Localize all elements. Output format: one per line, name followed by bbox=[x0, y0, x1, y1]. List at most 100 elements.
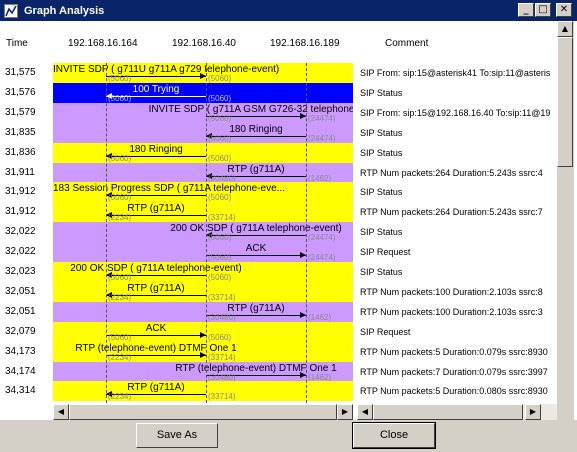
comment-column: SIP From: sip:15@asterisk41 To:sip:11@as… bbox=[357, 63, 557, 403]
comment-cell: RTP Num packets:264 Duration:5.243s ssrc… bbox=[360, 168, 543, 178]
comment-header: Comment bbox=[385, 38, 429, 49]
comment-scroll-thumb[interactable] bbox=[373, 404, 523, 420]
time-cell: 32,051 bbox=[5, 286, 36, 297]
time-column: 31,575 31,576 31,579 31,835 31,836 31,911 31,9… bbox=[0, 63, 53, 403]
port-label: (5060) bbox=[108, 333, 132, 342]
vertical-scroll-thumb[interactable] bbox=[557, 37, 573, 167]
message-label: 183 Session Progress SDP ( g711A telepho… bbox=[53, 183, 285, 194]
port-label: (5060) bbox=[208, 193, 232, 202]
graph-row[interactable] bbox=[53, 83, 353, 103]
column-header: Time 192.168.16.164 192.168.16.40 192.16… bbox=[0, 21, 577, 63]
comment-cell: SIP Status bbox=[360, 148, 403, 158]
node-header-2: 192.168.16.40 bbox=[172, 38, 236, 49]
comment-cell: SIP Status bbox=[360, 128, 403, 138]
port-label: (33714) bbox=[208, 293, 236, 302]
comment-cell: SIP Status bbox=[360, 227, 403, 237]
time-cell: 31,575 bbox=[5, 67, 36, 78]
comment-cell: RTP Num packets:100 Duration:2.103s ssrc… bbox=[360, 307, 543, 317]
message-label: 180 Ringing bbox=[229, 124, 283, 135]
time-cell: 31,912 bbox=[5, 186, 36, 197]
port-label: (5060) bbox=[208, 114, 232, 123]
port-label: (2234) bbox=[108, 353, 132, 362]
time-cell: 31,835 bbox=[5, 127, 36, 138]
time-cell: 34,174 bbox=[5, 366, 36, 377]
message-label: RTP (g711A) bbox=[127, 283, 185, 294]
node-header-1: 192.168.16.164 bbox=[68, 38, 138, 49]
port-label: (33714) bbox=[208, 392, 236, 401]
graph-row[interactable] bbox=[53, 143, 353, 163]
comment-scroll-right-button[interactable]: ▶ bbox=[525, 404, 541, 420]
port-label: (5060) bbox=[108, 74, 132, 83]
node-header-3: 192.168.16.189 bbox=[270, 38, 340, 49]
comment-cell: SIP From: sip:15@192.168.16.40 To:sip:11… bbox=[360, 108, 551, 118]
port-label: (5060) bbox=[108, 94, 132, 103]
message-label: RTP (g711A) bbox=[127, 382, 185, 393]
port-label: (33714) bbox=[208, 213, 236, 222]
time-cell: 32,022 bbox=[5, 246, 36, 257]
port-label: (24474) bbox=[308, 114, 336, 123]
flow-graph[interactable]: INVITE SDP ( g711U g711A g729 telephone-… bbox=[53, 63, 353, 403]
save-as-button[interactable]: Save As bbox=[136, 423, 218, 448]
port-label: (5060) bbox=[208, 233, 232, 242]
graph-scroll-left-button[interactable]: ◀ bbox=[53, 404, 69, 420]
time-cell: 31,836 bbox=[5, 147, 36, 158]
message-label: 180 Ringing bbox=[129, 144, 183, 155]
graph-scroll-right-button[interactable]: ▶ bbox=[337, 404, 353, 420]
time-cell: 31,579 bbox=[5, 107, 36, 118]
comment-cell: SIP Status bbox=[360, 88, 403, 98]
graph-row[interactable] bbox=[53, 381, 353, 401]
comment-cell: RTP Num packets:264 Duration:5.243s ssrc… bbox=[360, 207, 543, 217]
scroll-up-button[interactable]: ▲ bbox=[557, 21, 573, 37]
graph-row[interactable] bbox=[53, 202, 353, 222]
time-cell: 32,023 bbox=[5, 266, 36, 277]
time-cell: 32,022 bbox=[5, 226, 36, 237]
message-label: ACK bbox=[145, 323, 167, 334]
window-title: Graph Analysis bbox=[24, 4, 105, 17]
port-label: (24474) bbox=[308, 233, 336, 242]
title-bar: Graph Analysis _ □ ✕ bbox=[0, 0, 577, 21]
comment-cell: SIP From: sip:15@asterisk41 To:sip:11@as… bbox=[360, 68, 551, 78]
port-label: (5060) bbox=[208, 333, 232, 342]
time-cell: 31,576 bbox=[5, 87, 36, 98]
port-label: (2234) bbox=[108, 392, 132, 401]
comment-cell: RTP Num packets:5 Duration:0.079s ssrc:8… bbox=[360, 347, 548, 357]
port-label: (5060) bbox=[208, 273, 232, 282]
port-label: (5060) bbox=[108, 193, 132, 202]
comment-scroll-left-button[interactable]: ◀ bbox=[357, 404, 373, 420]
port-label: (5060) bbox=[208, 94, 232, 103]
time-cell: 31,912 bbox=[5, 206, 36, 217]
comment-cell: SIP Status bbox=[360, 187, 403, 197]
comment-cell: SIP Request bbox=[360, 327, 411, 337]
vertical-scrollbar[interactable]: ▲ bbox=[557, 21, 574, 421]
node-lifeline bbox=[306, 63, 307, 403]
comment-cell: RTP Num packets:7 Duration:0.079s ssrc:3… bbox=[360, 367, 548, 377]
graph-app-icon bbox=[4, 3, 18, 18]
port-label: (5060) bbox=[208, 74, 232, 83]
port-label: (5060) bbox=[208, 134, 232, 143]
time-cell: 34,173 bbox=[5, 346, 36, 357]
graph-horizontal-scrollbar[interactable]: ◀ ▶ bbox=[53, 404, 353, 420]
graph-scroll-thumb[interactable] bbox=[69, 404, 337, 420]
port-label: (24474) bbox=[308, 134, 336, 143]
time-cell: 32,079 bbox=[5, 326, 36, 337]
port-label: (2234) bbox=[108, 213, 132, 222]
time-cell: 32,051 bbox=[5, 306, 36, 317]
node-lifeline bbox=[206, 63, 207, 403]
comment-horizontal-scrollbar[interactable]: ◀ ▶ bbox=[357, 404, 557, 420]
time-cell: 34,314 bbox=[5, 385, 36, 396]
maximize-button[interactable]: □ bbox=[535, 3, 551, 17]
port-label: (30480) bbox=[208, 313, 236, 322]
node-lifeline bbox=[106, 63, 107, 403]
graph-row[interactable] bbox=[53, 282, 353, 302]
comment-cell: SIP Request bbox=[360, 247, 411, 257]
port-label: (1462) bbox=[308, 313, 332, 322]
time-header: Time bbox=[6, 38, 28, 49]
close-button[interactable]: Close bbox=[352, 422, 436, 449]
port-label: (33714) bbox=[208, 353, 236, 362]
comment-cell: SIP Status bbox=[360, 267, 403, 277]
port-label: (5060) bbox=[108, 273, 132, 282]
close-window-button[interactable]: ✕ bbox=[556, 3, 572, 17]
port-label: (24474) bbox=[308, 253, 336, 262]
time-cell: 31,911 bbox=[5, 167, 35, 178]
minimize-button[interactable]: _ bbox=[518, 3, 534, 17]
